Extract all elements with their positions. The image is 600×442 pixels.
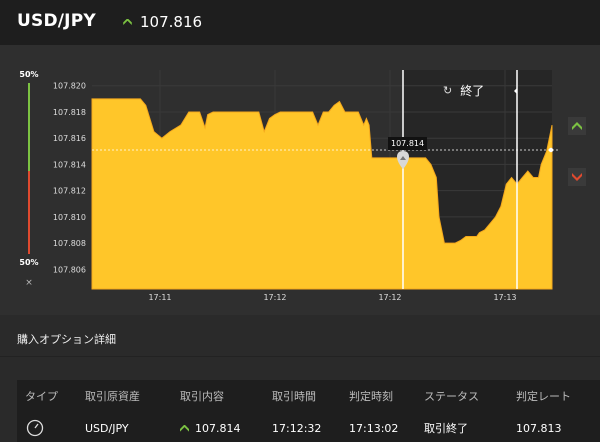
- x-tick-label: 17:12: [263, 293, 286, 302]
- x-tick-label: 17:11: [148, 293, 171, 302]
- y-tick-label: 107.808: [53, 239, 86, 248]
- asset-cell: USD/JPY: [85, 421, 129, 435]
- y-tick-label: 107.816: [53, 134, 86, 143]
- timer-icon: [26, 419, 44, 436]
- y-tick-label: 107.812: [53, 187, 86, 196]
- direction-up-icon: [180, 424, 189, 432]
- expiry-label: 終了: [460, 84, 485, 98]
- x-axis-ticks: 17:11 17:12 17:12 17:13: [148, 293, 516, 302]
- judge-time-cell: 17:13:02: [349, 421, 399, 435]
- x-tick-label: 17:12: [378, 293, 401, 302]
- history-icon: ↻: [443, 84, 453, 97]
- content-cell: 107.814: [180, 422, 272, 435]
- entry-price-label: 107.814: [388, 137, 428, 150]
- y-tick-label: 107.806: [53, 265, 86, 274]
- x-tick-label: 17:13: [493, 293, 516, 302]
- table-header: タイプ 取引原資産 取引内容 取引時間 判定時刻 ステータス 判定レート: [17, 380, 600, 412]
- expiry-control: ↻ 終了: [443, 82, 484, 99]
- purchase-details-table: タイプ 取引原資産 取引内容 取引時間 判定時刻 ステータス 判定レート USD…: [17, 380, 600, 442]
- chevron-up-icon: [572, 122, 582, 130]
- buy-low-button[interactable]: [568, 168, 586, 186]
- section-divider: [0, 356, 600, 357]
- y-tick-label: 107.818: [53, 108, 86, 117]
- status-cell: 取引終了: [424, 422, 468, 435]
- table-row[interactable]: USD/JPY 107.814 17:12:32 17:13:02 取引終了 1…: [17, 416, 600, 440]
- y-axis-ticks: 107.820 107.818 107.816 107.814 107.812 107.8…: [53, 82, 86, 275]
- header-status: ステータス: [424, 390, 479, 403]
- header-type: タイプ: [25, 390, 58, 403]
- y-tick-label: 107.820: [53, 82, 86, 91]
- trade-time-cell: 17:12:32: [272, 421, 322, 435]
- y-tick-label: 107.814: [53, 160, 86, 169]
- current-rate-dot: [548, 147, 554, 153]
- y-tick-label: 107.810: [53, 213, 86, 222]
- type-cell: [17, 417, 85, 440]
- content-value: 107.814: [195, 421, 241, 435]
- header-asset: 取引原資産: [85, 390, 140, 403]
- purchase-details-title: 購入オプション詳細: [17, 333, 116, 346]
- header-content: 取引内容: [180, 390, 224, 403]
- chevron-down-icon: [572, 173, 582, 181]
- header-trade-time: 取引時間: [272, 390, 316, 403]
- header-judge-rate: 判定レート: [516, 390, 571, 403]
- judge-rate-cell: 107.813: [516, 421, 562, 435]
- price-chart[interactable]: 107.820 107.818 107.816 107.814 107.812 107.8…: [0, 0, 600, 320]
- buy-high-button[interactable]: [568, 117, 586, 135]
- header-judge-time: 判定時刻: [349, 390, 393, 403]
